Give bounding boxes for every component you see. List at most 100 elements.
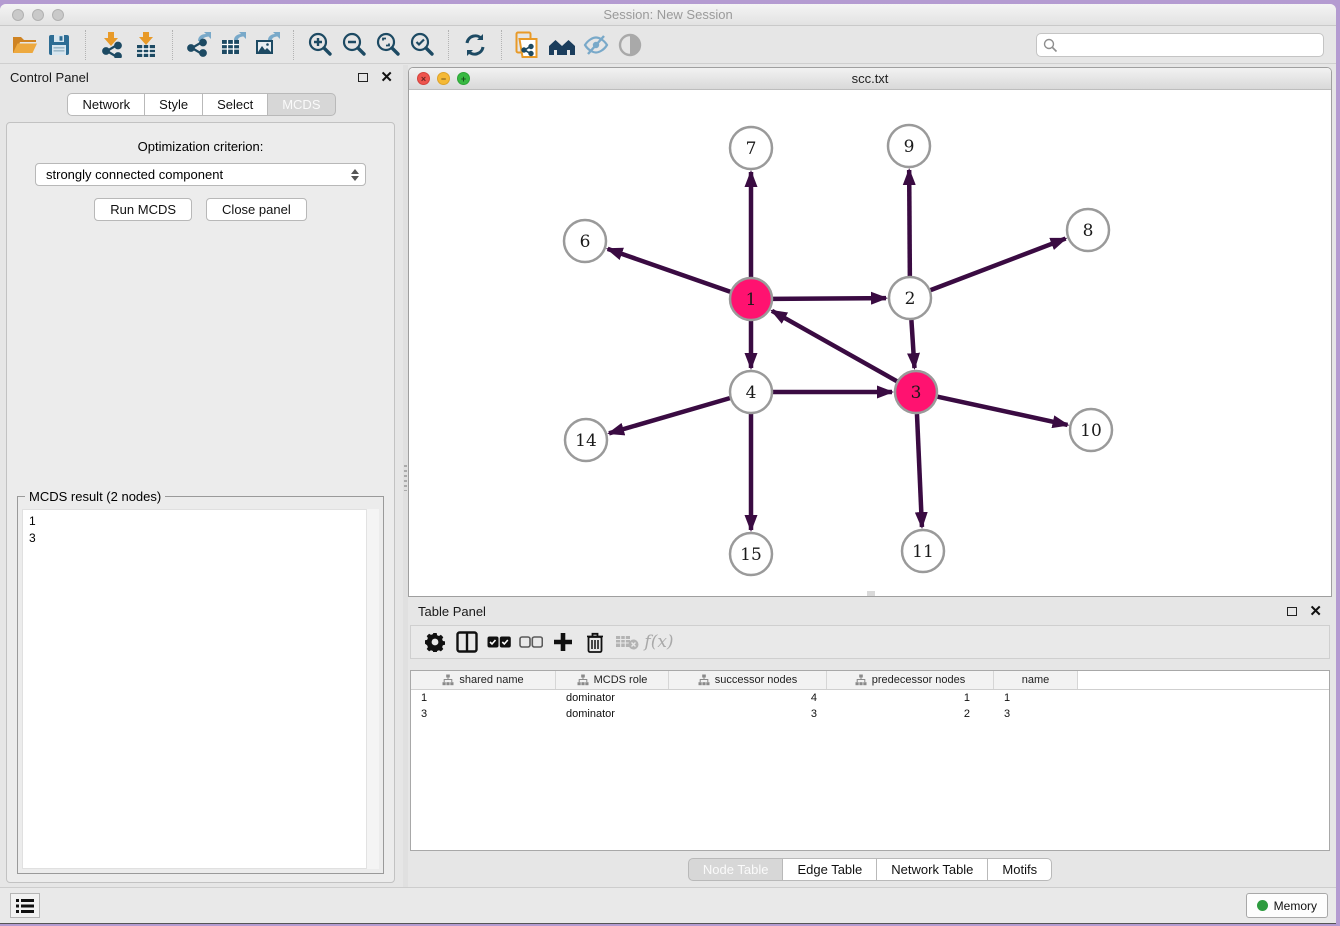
tab-motifs[interactable]: Motifs — [988, 858, 1052, 881]
zoom-selected-button[interactable] — [407, 30, 437, 60]
deselect-all-button[interactable] — [517, 628, 545, 656]
criterion-select[interactable]: strongly connected component — [35, 163, 366, 186]
graph-node-3[interactable]: 3 — [895, 371, 937, 413]
close-table-panel-icon[interactable]: ✕ — [1309, 604, 1322, 619]
tab-style[interactable]: Style — [145, 93, 203, 116]
search-field[interactable] — [1036, 33, 1324, 57]
graph-edge-2-3[interactable] — [911, 320, 914, 368]
run-mcds-button[interactable]: Run MCDS — [94, 198, 192, 221]
import-network-button[interactable] — [97, 30, 127, 60]
tab-edge-table[interactable]: Edge Table — [783, 858, 877, 881]
window-controls[interactable] — [12, 9, 64, 21]
hierarchy-icon — [442, 674, 454, 686]
node-label: 4 — [746, 383, 757, 403]
zoom-out-button[interactable] — [339, 30, 369, 60]
close-panel-icon[interactable]: ✕ — [380, 70, 393, 85]
export-table-button[interactable] — [218, 30, 248, 60]
search-input[interactable] — [1058, 38, 1317, 52]
search-icon — [1043, 38, 1058, 53]
tab-node-table[interactable]: Node Table — [688, 858, 784, 881]
node-table[interactable]: shared name MCDS rolesuccessor nodes prede… — [410, 670, 1330, 851]
minimize-view-icon[interactable]: − — [437, 72, 450, 85]
select-all-button[interactable] — [485, 628, 513, 656]
graph-node-4[interactable]: 4 — [730, 371, 772, 413]
float-panel-icon[interactable] — [358, 73, 368, 82]
graph-node-8[interactable]: 8 — [1067, 209, 1109, 251]
network-window-controls[interactable]: × − + — [417, 72, 470, 85]
graph-node-15[interactable]: 15 — [730, 533, 772, 575]
column-header[interactable]: successor nodes — [669, 671, 827, 689]
control-panel: Control Panel ✕ Network Style Select MCD… — [0, 65, 403, 887]
tab-network-table[interactable]: Network Table — [877, 858, 988, 881]
graph-edge-4-14[interactable] — [609, 398, 730, 433]
zoom-in-button[interactable] — [305, 30, 335, 60]
function-builder-button[interactable]: f(x) — [645, 628, 673, 656]
network-graph[interactable]: 1 2 3 4 6 7 8 9 10 11 14 15 — [409, 90, 1332, 596]
delete-column-button[interactable] — [581, 628, 609, 656]
graph-node-2[interactable]: 2 — [889, 277, 931, 319]
show-columns-button[interactable] — [453, 628, 481, 656]
export-network-button[interactable] — [184, 30, 214, 60]
table-row[interactable]: 1dominator411 — [411, 690, 1329, 706]
result-scrollbar[interactable] — [366, 509, 379, 869]
column-label: predecessor nodes — [872, 674, 966, 686]
select-stepper-icon — [348, 169, 361, 181]
node-label: 9 — [904, 137, 915, 157]
column-header[interactable]: MCDS role — [556, 671, 669, 689]
close-panel-button[interactable]: Close panel — [206, 198, 307, 221]
column-label: shared name — [459, 674, 523, 686]
delete-table-button[interactable] — [613, 628, 641, 656]
create-column-button[interactable] — [549, 628, 577, 656]
main-toolbar — [0, 26, 1336, 64]
graph-edge-3-1[interactable] — [772, 311, 897, 381]
hide-details-button[interactable] — [581, 30, 611, 60]
table-cell: 3 — [669, 708, 827, 720]
graph-node-11[interactable]: 11 — [902, 530, 944, 572]
tab-mcds[interactable]: MCDS — [268, 93, 335, 116]
table-row[interactable]: 3dominator323 — [411, 706, 1329, 722]
import-table-button[interactable] — [131, 30, 161, 60]
graph-edge-1-6[interactable] — [608, 249, 731, 292]
zoom-window-icon[interactable] — [52, 9, 64, 21]
table-settings-button[interactable] — [421, 628, 449, 656]
tab-select[interactable]: Select — [203, 93, 268, 116]
graph-node-14[interactable]: 14 — [565, 419, 607, 461]
minimize-window-icon[interactable] — [32, 9, 44, 21]
first-neighbors-button[interactable] — [547, 30, 577, 60]
refresh-button[interactable] — [460, 30, 490, 60]
graph-node-1[interactable]: 1 — [730, 278, 772, 320]
node-label: 15 — [740, 545, 762, 565]
graph-edge-2-9[interactable] — [909, 170, 910, 276]
close-window-icon[interactable] — [12, 9, 24, 21]
clone-network-button[interactable] — [513, 30, 543, 60]
task-history-button[interactable] — [10, 893, 40, 918]
network-canvas[interactable]: 1 2 3 4 6 7 8 9 10 11 14 15 — [409, 90, 1331, 596]
column-header[interactable]: name — [994, 671, 1078, 689]
panel-splitter[interactable] — [403, 65, 408, 887]
maximize-view-icon[interactable]: + — [457, 72, 470, 85]
column-header[interactable]: predecessor nodes — [827, 671, 994, 689]
graph-edge-2-8[interactable] — [931, 239, 1066, 291]
open-file-button[interactable] — [10, 30, 40, 60]
close-view-icon[interactable]: × — [417, 72, 430, 85]
show-details-button[interactable] — [615, 30, 645, 60]
graph-node-7[interactable]: 7 — [730, 127, 772, 169]
save-session-button[interactable] — [44, 30, 74, 60]
window-title: Session: New Session — [0, 4, 1336, 26]
node-label: 14 — [575, 431, 597, 451]
graph-node-10[interactable]: 10 — [1070, 409, 1112, 451]
graph-edge-3-10[interactable] — [937, 397, 1067, 425]
tab-network[interactable]: Network — [67, 93, 145, 116]
mcds-result-text[interactable]: 1 3 — [22, 509, 379, 869]
graph-edge-3-11[interactable] — [917, 414, 922, 527]
export-image-button[interactable] — [252, 30, 282, 60]
zoom-fit-button[interactable] — [373, 30, 403, 60]
canvas-resize-handle[interactable] — [867, 591, 875, 596]
column-header[interactable]: shared name — [411, 671, 556, 689]
table-toolbar: f(x) — [410, 625, 1330, 659]
graph-edge-1-2[interactable] — [773, 298, 886, 299]
memory-button[interactable]: Memory — [1246, 893, 1328, 918]
graph-node-6[interactable]: 6 — [564, 220, 606, 262]
float-table-panel-icon[interactable] — [1287, 607, 1297, 616]
graph-node-9[interactable]: 9 — [888, 125, 930, 167]
